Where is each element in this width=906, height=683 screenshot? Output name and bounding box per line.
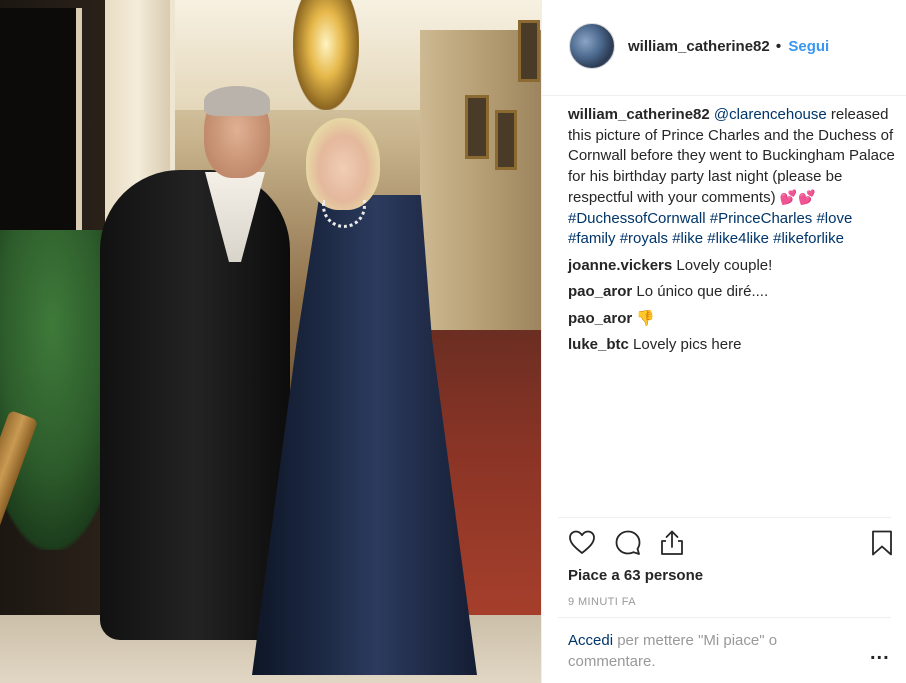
- thumbs-down-icon: 👎: [636, 309, 656, 327]
- avatar[interactable]: [569, 23, 615, 69]
- header-line: william_catherine82 • Segui: [628, 38, 829, 55]
- actions-divider: [558, 517, 891, 518]
- comment: pao_aror 👎: [568, 309, 898, 330]
- comment-bubble-icon: [615, 530, 641, 555]
- header-separator: •: [775, 38, 782, 55]
- caption-mention[interactable]: @clarencehouse: [714, 106, 827, 123]
- follow-button[interactable]: Segui: [788, 38, 829, 55]
- post-timestamp[interactable]: 9 MINUTI FA: [568, 596, 636, 608]
- photo-picture-frame: [495, 110, 517, 170]
- likes-count[interactable]: Piace a 63 persone: [568, 567, 703, 584]
- save-button[interactable]: [867, 528, 897, 558]
- header-username[interactable]: william_catherine82: [628, 38, 770, 55]
- hashtag[interactable]: #love: [816, 210, 852, 227]
- hashtag[interactable]: #like: [672, 230, 703, 247]
- footer-divider: [558, 617, 891, 618]
- post-header: william_catherine82 • Segui: [542, 0, 906, 96]
- hashtag[interactable]: #family: [568, 230, 616, 247]
- photo-chandelier: [293, 0, 359, 110]
- hashtag[interactable]: #royals: [620, 230, 668, 247]
- comment-text: Lo único que diré....: [636, 283, 769, 300]
- post-photo[interactable]: [0, 0, 541, 683]
- photo-woman-head: [306, 118, 380, 210]
- comment-username[interactable]: pao_aror: [568, 310, 632, 327]
- bookmark-icon: [872, 530, 892, 556]
- hashtag[interactable]: #DuchessofCornwall: [568, 210, 706, 227]
- heart-outline-icon: [569, 530, 595, 554]
- comment-text: Lovely couple!: [676, 256, 773, 274]
- photo-picture-frame: [465, 95, 489, 159]
- login-link[interactable]: Accedi: [568, 632, 613, 649]
- caption: william_catherine82 @clarencehouse relea…: [568, 105, 898, 250]
- post-sidebar: william_catherine82 • Segui william_cath…: [541, 0, 906, 683]
- comment: joanne.vickers Lovely couple!: [568, 256, 898, 277]
- photo-man-suit: [100, 170, 290, 640]
- comment-username[interactable]: joanne.vickers: [568, 257, 672, 274]
- comment: luke_btc Lovely pics here: [568, 335, 898, 356]
- like-button[interactable]: [567, 528, 597, 558]
- comment: pao_aror Lo único que diré....: [568, 282, 898, 303]
- login-prompt: Accedi per mettere "Mi piace" o commenta…: [568, 630, 838, 672]
- caption-username[interactable]: william_catherine82: [568, 106, 710, 123]
- comment-username[interactable]: luke_btc: [568, 336, 629, 353]
- hashtag[interactable]: #likeforlike: [773, 230, 844, 247]
- two-hearts-icon: 💕💕: [779, 189, 817, 205]
- photo-picture-frame: [518, 20, 540, 82]
- comment-button[interactable]: [613, 528, 643, 558]
- hashtag[interactable]: #PrinceCharles: [710, 210, 813, 227]
- comment-text: Lovely pics here: [633, 336, 742, 353]
- comments-list: william_catherine82 @clarencehouse relea…: [568, 105, 898, 356]
- photo-man-hair: [204, 86, 270, 116]
- comment-username[interactable]: pao_aror: [568, 283, 632, 300]
- more-options-button[interactable]: ...: [870, 642, 890, 665]
- hashtag[interactable]: #like4like: [707, 230, 769, 247]
- share-button[interactable]: [657, 528, 687, 558]
- share-upload-icon: [661, 530, 683, 555]
